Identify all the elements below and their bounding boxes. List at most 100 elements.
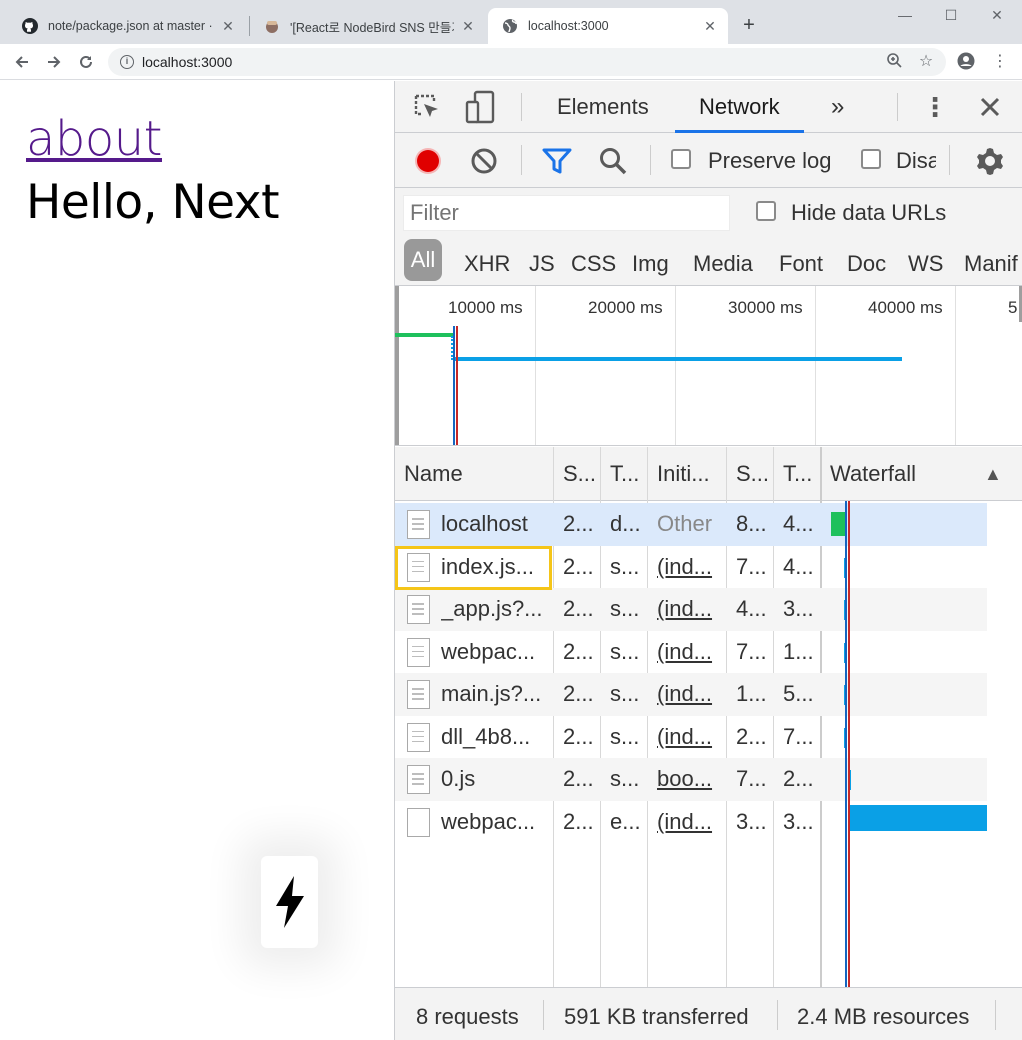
reload-icon <box>80 55 92 68</box>
reload-button[interactable] <box>72 48 100 76</box>
table-row[interactable]: dll_4b8... 2... s... (ind... 2... 7... <box>395 716 987 759</box>
about-link[interactable]: about <box>26 111 163 167</box>
record-button[interactable] <box>413 146 443 176</box>
type-filter-doc[interactable]: Doc <box>847 251 886 277</box>
chrome-menu-icon[interactable]: ⋮ <box>990 52 1010 72</box>
type-filter-css[interactable]: CSS <box>571 251 616 277</box>
column-type[interactable]: T... <box>610 447 646 501</box>
inspect-element-icon[interactable] <box>411 91 443 123</box>
column-time[interactable]: T... <box>783 447 819 501</box>
profile-icon[interactable] <box>956 52 976 72</box>
site-info-icon[interactable]: i <box>120 55 134 69</box>
column-size[interactable]: S... <box>736 447 772 501</box>
more-tabs-button[interactable]: » <box>831 81 844 133</box>
type-filter-manifest[interactable]: Manif <box>964 251 1022 277</box>
waterfall-bar <box>849 804 987 831</box>
overview-bar-websocket <box>455 357 902 361</box>
globe-icon <box>502 18 518 34</box>
transferred-size: 591 KB transferred <box>564 1004 749 1029</box>
close-window-button[interactable]: ✕ <box>974 2 1020 28</box>
type-filter-js[interactable]: JS <box>529 251 555 277</box>
request-initiator-link[interactable]: boo... <box>657 758 723 801</box>
search-button[interactable] <box>597 145 629 177</box>
timeline-overview[interactable]: 10000 ms 20000 ms 30000 ms 40000 ms 5 <box>395 286 1022 446</box>
type-filter-font[interactable]: Font <box>779 251 823 277</box>
type-filter-all[interactable]: All <box>404 239 442 281</box>
table-row[interactable]: webpac... 2... e... (ind... 3... 3... <box>395 801 987 844</box>
type-filter-media[interactable]: Media <box>693 251 753 277</box>
request-status: 2... <box>563 511 594 536</box>
column-waterfall[interactable]: Waterfall <box>830 447 970 501</box>
request-type: s... <box>610 681 640 706</box>
zoom-icon[interactable] <box>884 52 904 72</box>
divider <box>897 93 898 121</box>
address-bar[interactable]: i localhost:3000 <box>108 48 946 76</box>
column-status[interactable]: S... <box>563 447 599 501</box>
request-size: 7... <box>736 553 767 579</box>
request-initiator-link[interactable]: (ind... <box>657 716 723 759</box>
request-initiator-link[interactable]: (ind... <box>657 631 723 674</box>
type-filter-img[interactable]: Img <box>632 251 669 277</box>
tab-elements[interactable]: Elements <box>557 81 649 133</box>
page-heading: Hello, Next <box>26 175 280 230</box>
request-type: d... <box>610 511 641 536</box>
network-controls: Preserve log Disa <box>395 133 1022 188</box>
column-name[interactable]: Name <box>404 447 544 501</box>
request-initiator-link[interactable]: (ind... <box>657 546 723 589</box>
request-table-header: Name S... T... Initi... S... T... Waterf… <box>395 447 1022 501</box>
resources-size: 2.4 MB resources <box>797 1004 970 1029</box>
minimize-window-button[interactable]: — <box>882 2 928 28</box>
browser-tab-course[interactable]: '[React로 NodeBird SNS 만들기] ✕ <box>250 8 486 44</box>
close-tab-icon[interactable]: ✕ <box>220 18 236 34</box>
divider <box>777 1000 778 1030</box>
devtools-menu-icon[interactable]: ⋮ <box>922 91 948 123</box>
highlight-box <box>395 546 552 590</box>
table-row[interactable]: main.js?... 2... s... (ind... 1... 5... <box>395 673 987 716</box>
request-time: 4... <box>783 511 814 536</box>
request-initiator: Other <box>657 511 713 536</box>
column-initiator[interactable]: Initi... <box>657 447 727 501</box>
maximize-window-button[interactable]: ☐ <box>928 2 974 28</box>
filter-input[interactable] <box>403 195 730 231</box>
request-name: 0.js <box>441 766 476 791</box>
divider <box>543 1000 544 1030</box>
request-initiator-link[interactable]: (ind... <box>657 588 723 631</box>
request-initiator-link[interactable]: (ind... <box>657 673 723 716</box>
type-filter-xhr[interactable]: XHR <box>464 251 510 277</box>
request-status: 2... <box>563 638 594 664</box>
websocket-file-icon <box>407 807 430 837</box>
browser-tab-github[interactable]: note/package.json at master · p ✕ <box>8 8 246 44</box>
table-row[interactable]: localhost 2... d... Other 8... 4... <box>395 503 987 546</box>
overview-tick-label: 30000 ms <box>728 298 803 317</box>
clear-button[interactable] <box>469 146 499 176</box>
type-filter-ws[interactable]: WS <box>908 251 943 277</box>
table-row[interactable]: 0.js 2... s... boo... 7... 2... <box>395 758 987 801</box>
forward-button[interactable] <box>40 48 68 76</box>
address-url: localhost:3000 <box>142 54 233 70</box>
table-row[interactable]: webpac... 2... s... (ind... 7... 1... <box>395 631 987 674</box>
request-name: dll_4b8... <box>441 723 531 749</box>
preserve-log-checkbox[interactable] <box>671 149 691 169</box>
table-row[interactable]: _app.js?... 2... s... (ind... 4... 3... <box>395 588 987 631</box>
browser-tab-localhost[interactable]: localhost:3000 ✕ <box>488 8 728 44</box>
request-time: 4... <box>783 553 814 579</box>
request-time: 1... <box>783 638 814 664</box>
tab-network[interactable]: Network <box>675 81 804 133</box>
device-toolbar-icon[interactable] <box>465 89 497 125</box>
request-initiator-link[interactable]: (ind... <box>657 801 723 844</box>
overview-resizer-left[interactable] <box>395 286 399 445</box>
close-tab-icon[interactable]: ✕ <box>702 18 718 34</box>
network-settings-button[interactable] <box>973 144 1007 178</box>
sort-ascending-icon[interactable]: ▲ <box>984 447 1006 501</box>
filter-toggle[interactable] <box>541 146 573 176</box>
new-tab-button[interactable]: + <box>738 14 760 36</box>
next-build-indicator[interactable] <box>261 856 318 948</box>
close-tab-icon[interactable]: ✕ <box>460 18 476 34</box>
bookmark-star-icon[interactable]: ☆ <box>916 52 936 72</box>
hide-data-urls-checkbox[interactable] <box>756 201 776 221</box>
script-file-icon <box>407 595 430 624</box>
search-icon <box>600 148 627 175</box>
close-devtools-icon[interactable] <box>975 91 1005 123</box>
disable-cache-checkbox[interactable] <box>861 149 881 169</box>
back-button[interactable] <box>8 48 36 76</box>
